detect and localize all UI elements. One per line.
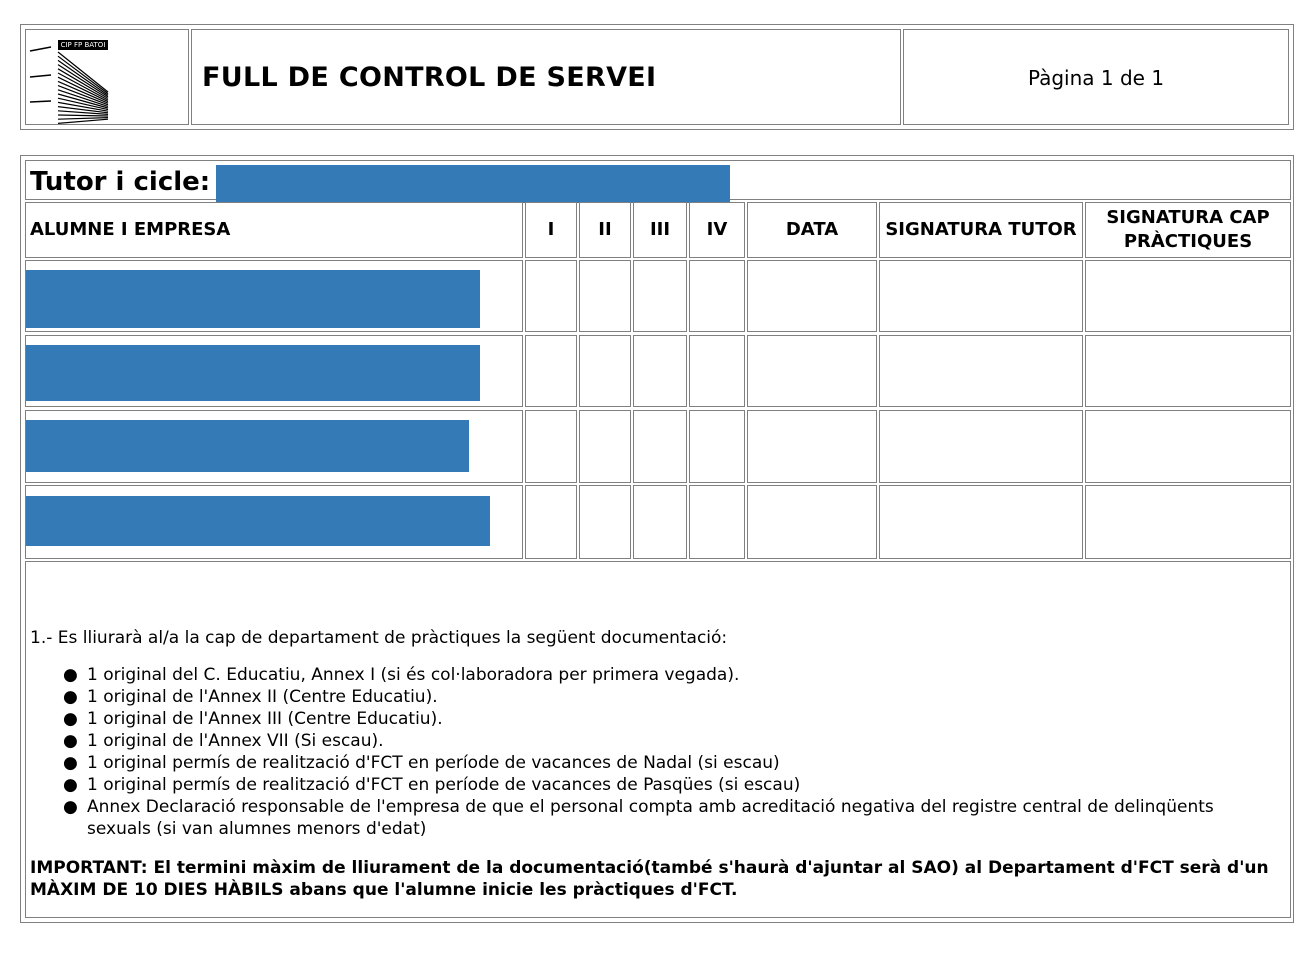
bullet-icon: ● xyxy=(63,665,78,685)
date-cell xyxy=(747,410,877,483)
tutor-label: Tutor i cicle: xyxy=(30,167,211,197)
annex-iii-cell xyxy=(633,260,687,332)
list-item-text: 1 original de l'Annex III (Centre Educat… xyxy=(87,709,443,729)
title-cell: FULL DE CONTROL DE SERVEI xyxy=(191,29,901,125)
header-table: CIP FP BATOI FULL DE CONTROL DE SERVEI P… xyxy=(20,24,1294,130)
student-cell xyxy=(25,485,523,559)
logo-cell: CIP FP BATOI xyxy=(25,29,189,125)
column-header-student: ALUMNE I EMPRESA xyxy=(25,202,523,258)
list-item-text: 1 original de l'Annex II (Centre Educati… xyxy=(87,687,438,707)
notes-cell: 1.- Es lliurarà al/a la cap de departame… xyxy=(25,561,1291,918)
column-header-iv: IV xyxy=(689,202,745,258)
manager-signature-cell xyxy=(1085,410,1291,483)
document-title: FULL DE CONTROL DE SERVEI xyxy=(202,62,657,93)
list-item: ● 1 original de l'Annex III (Centre Educa… xyxy=(30,708,1275,730)
list-item: ● 1 original permís de realització d'FCT … xyxy=(30,774,1275,796)
bullet-icon: ● xyxy=(63,797,78,817)
logo-line xyxy=(57,114,109,117)
tutor-row: Tutor i cicle: xyxy=(25,160,1291,203)
list-item-text: 1 original del C. Educatiu, Annex I (si … xyxy=(87,665,740,685)
annex-iv-cell xyxy=(689,335,745,407)
bullet-icon: ● xyxy=(63,709,78,729)
tutor-signature-cell xyxy=(879,260,1083,332)
annex-iv-cell xyxy=(689,485,745,559)
annex-ii-cell xyxy=(579,260,631,332)
logo-line xyxy=(57,68,109,99)
page-cell: Pàgina 1 de 1 xyxy=(903,29,1289,125)
annex-iii-cell xyxy=(633,485,687,559)
tutor-signature-cell xyxy=(879,485,1083,559)
logo-line xyxy=(57,118,109,124)
list-item: ● 1 original del C. Educatiu, Annex I (si… xyxy=(30,664,1275,686)
student-cell xyxy=(25,335,523,407)
column-header-iii: III xyxy=(633,202,687,258)
bullet-icon: ● xyxy=(63,731,78,751)
tutor-signature-cell xyxy=(879,410,1083,483)
list-item-text: 1 original permís de realització d'FCT e… xyxy=(87,775,801,795)
annex-ii-cell xyxy=(579,410,631,483)
manager-signature-cell xyxy=(1085,335,1291,407)
column-header-tutor-signature: SIGNATURA TUTOR xyxy=(879,202,1083,258)
column-header-date: DATA xyxy=(747,202,877,258)
bullet-icon: ● xyxy=(63,687,78,707)
logo-line xyxy=(57,117,109,120)
annex-i-cell xyxy=(525,485,577,559)
date-cell xyxy=(747,485,877,559)
student-redaction xyxy=(26,270,480,328)
list-item: ● 1 original permís de realització d'FCT … xyxy=(30,752,1275,774)
tutor-redaction xyxy=(216,165,730,203)
student-redaction xyxy=(26,496,490,546)
student-redaction xyxy=(26,420,469,472)
list-item: ● 1 original de l'Annex II (Centre Educat… xyxy=(30,686,1275,708)
bullet-icon: ● xyxy=(63,753,78,773)
documentation-intro: 1.- Es lliurarà al/a la cap de departame… xyxy=(30,628,728,648)
annex-i-cell xyxy=(525,335,577,407)
manager-signature-cell xyxy=(1085,485,1291,559)
list-item-text: 1 original permís de realització d'FCT e… xyxy=(87,753,780,773)
important-notice: IMPORTANT: El termini màxim de lliuramen… xyxy=(30,858,1269,900)
annex-i-cell xyxy=(525,410,577,483)
manager-signature-cell xyxy=(1085,260,1291,332)
student-redaction xyxy=(26,345,480,401)
service-control-table: Tutor i cicle: ALUMNE I EMPRESA I II III… xyxy=(20,155,1294,923)
annex-ii-cell xyxy=(579,335,631,407)
annex-iv-cell xyxy=(689,410,745,483)
annex-iii-cell xyxy=(633,410,687,483)
tutor-signature-cell xyxy=(879,335,1083,407)
school-logo xyxy=(29,40,109,124)
column-header-ii: II xyxy=(579,202,631,258)
list-item-text: 1 original de l'Annex VII (Si escau). xyxy=(87,731,384,751)
logo-text: CIP FP BATOI xyxy=(60,41,106,49)
list-item-text: Annex Declaració responsable de l'empres… xyxy=(87,797,1214,839)
annex-iii-cell xyxy=(633,335,687,407)
documentation-list: ● 1 original del C. Educatiu, Annex I (si… xyxy=(30,664,1275,840)
column-header-manager-signature: SIGNATURA CAP PRÀCTIQUES xyxy=(1085,202,1291,258)
date-cell xyxy=(747,260,877,332)
column-header-i: I xyxy=(525,202,577,258)
date-cell xyxy=(747,335,877,407)
student-cell xyxy=(25,410,523,483)
bullet-icon: ● xyxy=(63,775,78,795)
annex-i-cell xyxy=(525,260,577,332)
list-item: ● 1 original de l'Annex VII (Si escau). xyxy=(30,730,1275,752)
page-number: Pàgina 1 de 1 xyxy=(1027,66,1165,90)
student-cell xyxy=(25,260,523,332)
annex-ii-cell xyxy=(579,485,631,559)
list-item: ● Annex Declaració responsable de l'empre… xyxy=(30,796,1275,840)
annex-iv-cell xyxy=(689,260,745,332)
